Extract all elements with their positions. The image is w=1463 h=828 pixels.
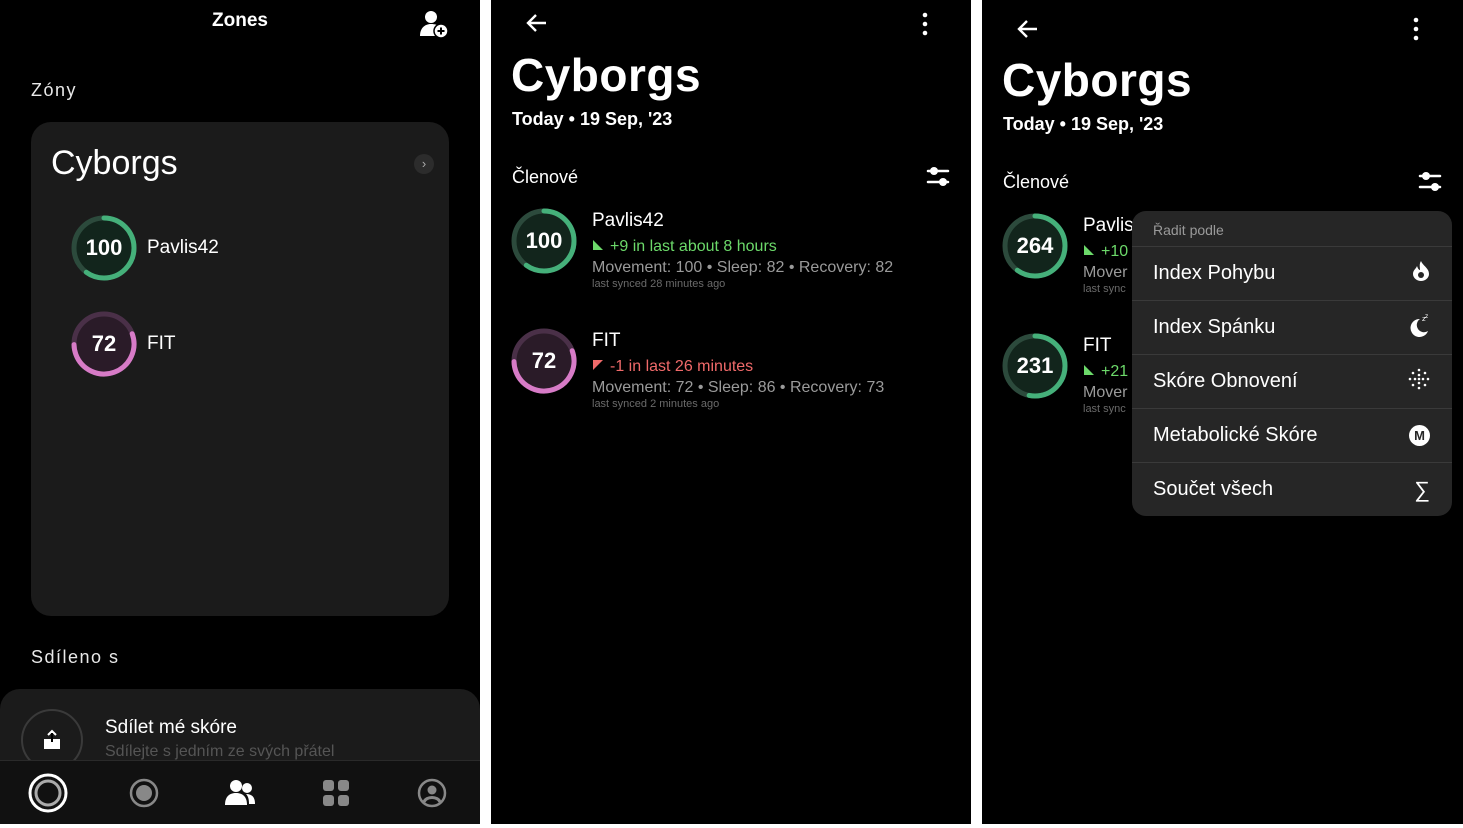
member-score: 72 bbox=[91, 331, 117, 356]
member-score: 100 bbox=[525, 228, 563, 253]
member-name: FIT bbox=[147, 333, 176, 354]
moon-icon: zz bbox=[1408, 313, 1430, 343]
dots-icon bbox=[1408, 368, 1430, 396]
member-row[interactable]: 72 FIT -1 in last 26 minutes Movement: 7… bbox=[511, 328, 951, 418]
date-label: Today • 19 Sep, '23 bbox=[512, 109, 673, 129]
sort-option-total[interactable]: Součet všech ∑ bbox=[1132, 462, 1452, 516]
home-tab-icon[interactable] bbox=[28, 773, 68, 813]
back-arrow-icon[interactable] bbox=[1016, 17, 1040, 46]
page-title: Zones bbox=[212, 10, 268, 31]
trend-down-icon bbox=[592, 358, 604, 376]
section-zones-label: Zóny bbox=[31, 80, 78, 100]
sort-menu: Řadit podle Index Pohybu Index Spánku zz… bbox=[1132, 211, 1452, 516]
sync-status: last sync bbox=[1083, 403, 1126, 415]
zones-screen: Zones Zóny Cyborgs › 100 Pavlis42 72 FIT… bbox=[0, 0, 480, 824]
trend-up-icon bbox=[592, 238, 604, 256]
zone-detail-screen: Cyborgs Today • 19 Sep, '23 Členové 100 … bbox=[491, 0, 971, 824]
sort-option-movement[interactable]: Index Pohybu bbox=[1132, 246, 1452, 300]
zone-member-row: 72 FIT bbox=[71, 311, 371, 377]
members-label: Členové bbox=[1003, 172, 1070, 192]
member-score: 72 bbox=[531, 348, 557, 373]
sort-option-metabolic[interactable]: Metabolické Skóre M bbox=[1132, 408, 1452, 462]
member-stats: Movement: 72 • Sleep: 86 • Recovery: 73 bbox=[592, 379, 885, 396]
sort-filter-icon[interactable] bbox=[926, 165, 950, 194]
sort-option-label: Index Spánku bbox=[1153, 316, 1276, 338]
sort-option-label: Součet všech bbox=[1153, 478, 1274, 500]
svg-text:z: z bbox=[1425, 313, 1428, 320]
sort-option-sleep[interactable]: Index Spánku zz bbox=[1132, 300, 1452, 354]
member-score: 231 bbox=[1016, 353, 1054, 378]
member-stats: Mover bbox=[1083, 384, 1128, 401]
zone-sort-menu-screen: Cyborgs Today • 19 Sep, '23 Členové 264 … bbox=[982, 0, 1463, 824]
sort-menu-heading: Řadit podle bbox=[1153, 222, 1224, 238]
score-delta: +21 bbox=[1101, 363, 1129, 380]
sort-option-label: Metabolické Skóre bbox=[1153, 424, 1318, 446]
flame-icon bbox=[1412, 260, 1430, 288]
members-label: Členové bbox=[512, 167, 579, 187]
share-subtitle: Sdílejte s jedním ze svých přátel bbox=[105, 743, 335, 760]
badge-tab-icon[interactable] bbox=[124, 773, 164, 813]
bottom-nav bbox=[0, 760, 480, 824]
sort-option-label: Skóre Obnovení bbox=[1153, 370, 1298, 392]
dashboard-tab-icon[interactable] bbox=[316, 773, 356, 813]
member-stats: Mover bbox=[1083, 264, 1128, 281]
sync-status: last sync bbox=[1083, 283, 1126, 295]
sync-status: last synced 2 minutes ago bbox=[592, 398, 720, 410]
trend-up-icon bbox=[1083, 363, 1095, 381]
m-circle-icon: M bbox=[1409, 425, 1430, 446]
back-arrow-icon[interactable] bbox=[525, 11, 549, 40]
section-shared-label: Sdíleno s bbox=[31, 647, 120, 667]
score-delta: +9 in last about 8 hours bbox=[610, 238, 777, 255]
zone-title: Cyborgs bbox=[511, 49, 702, 101]
add-user-icon[interactable] bbox=[418, 9, 450, 39]
member-score: 100 bbox=[85, 235, 123, 260]
member-name: Pavlis42 bbox=[592, 210, 664, 231]
date-label: Today • 19 Sep, '23 bbox=[1003, 114, 1164, 134]
zone-card-cyborgs[interactable]: Cyborgs › 100 Pavlis42 72 FIT bbox=[31, 122, 449, 616]
chevron-right-icon[interactable]: › bbox=[414, 154, 434, 174]
sigma-icon: ∑ bbox=[1414, 476, 1430, 502]
member-stats: Movement: 100 • Sleep: 82 • Recovery: 82 bbox=[592, 259, 894, 276]
sort-option-recovery[interactable]: Skóre Obnovení bbox=[1132, 354, 1452, 408]
more-options-icon[interactable] bbox=[921, 12, 929, 36]
sort-option-label: Index Pohybu bbox=[1153, 262, 1276, 284]
member-name: FIT bbox=[1083, 335, 1112, 356]
more-options-icon[interactable] bbox=[1412, 17, 1420, 41]
zone-card-title: Cyborgs bbox=[51, 144, 178, 182]
sort-filter-icon[interactable] bbox=[1418, 170, 1442, 199]
member-name: Pavlis bbox=[1083, 215, 1134, 236]
zone-member-row: 100 Pavlis42 bbox=[71, 215, 371, 281]
member-name: FIT bbox=[592, 330, 621, 351]
member-row[interactable]: 100 Pavlis42 +9 in last about 8 hours Mo… bbox=[511, 208, 951, 298]
friends-tab-icon[interactable] bbox=[220, 773, 260, 813]
score-delta: +10 bbox=[1101, 243, 1129, 260]
profile-tab-icon[interactable] bbox=[412, 773, 452, 813]
share-title: Sdílet mé skóre bbox=[105, 717, 237, 738]
sync-status: last synced 28 minutes ago bbox=[592, 278, 726, 290]
member-name: Pavlis42 bbox=[147, 237, 219, 258]
zone-title: Cyborgs bbox=[1002, 54, 1193, 106]
score-delta: -1 in last 26 minutes bbox=[610, 358, 754, 375]
member-score: 264 bbox=[1016, 233, 1054, 258]
trend-up-icon bbox=[1083, 243, 1095, 261]
